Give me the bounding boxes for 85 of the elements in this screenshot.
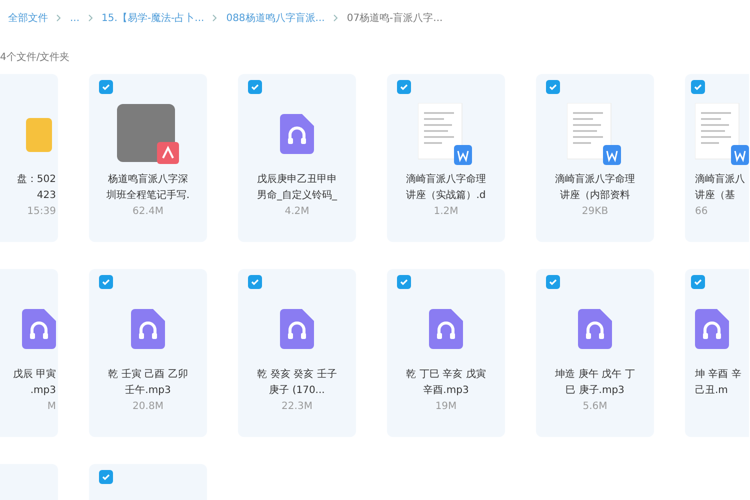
file-name-line: 盘：502 — [16, 173, 56, 187]
audio-file-icon — [280, 114, 314, 154]
file-name-line: 杨道鸣盲派八字深 — [108, 172, 188, 187]
file-name-line: 巳 庚子.mp3 — [566, 384, 624, 398]
file-name-line: 辛酉.mp3 — [423, 384, 469, 398]
file-name-line: 戊辰庚申乙丑甲申 — [257, 172, 337, 187]
checkmark-icon — [693, 82, 703, 92]
audio-file-icon — [131, 309, 165, 349]
chevron-icon — [212, 14, 218, 22]
checkmark-icon — [399, 277, 409, 287]
file-meta: 29KB — [582, 206, 608, 217]
file-name-line: 讲座（内部资料 — [560, 188, 630, 203]
file-meta: 20.8M — [132, 401, 164, 412]
file-meta: 1.2M — [434, 206, 458, 217]
file-name-line: 圳班全程笔记手写. — [106, 188, 190, 203]
checkmark-icon — [101, 472, 111, 482]
file-name-line: 坤造 庚午 戊午 丁 — [555, 368, 635, 382]
file-card[interactable]: 戊辰 甲寅 .mp3 M — [0, 269, 58, 437]
pdf-thumbnail — [117, 104, 179, 164]
file-meta: 22.3M — [282, 401, 312, 412]
file-name-line: .mp3 — [30, 384, 56, 398]
file-meta: 15:39 — [27, 206, 56, 217]
checkbox[interactable] — [691, 80, 705, 94]
audio-file-icon — [695, 309, 729, 349]
chevron-icon — [332, 14, 339, 22]
file-card[interactable]: 滴崎盲派八 讲座（基 66 — [685, 74, 749, 242]
file-count: 4个文件/文件夹 — [0, 50, 71, 64]
file-meta: 19M — [435, 401, 457, 412]
file-name-line: 戊辰 甲寅 — [12, 368, 56, 382]
checkbox[interactable] — [546, 275, 560, 289]
file-name-line: 乾 癸亥 癸亥 壬子 — [257, 368, 337, 382]
file-card[interactable]: 乾 癸亥 癸亥 壬子 庚子 (170... 22.3M — [238, 269, 356, 437]
file-meta: M — [47, 401, 56, 412]
file-name-line: 423 — [36, 189, 56, 203]
file-card[interactable]: 滴崎盲派八字命理 讲座（内部资料 29KB — [536, 74, 654, 242]
chevron-icon — [88, 14, 94, 22]
checkbox[interactable] — [546, 80, 560, 94]
file-name-line: 讲座（基 — [695, 188, 735, 203]
file-meta: 5.6M — [582, 401, 608, 412]
checkmark-icon — [101, 82, 111, 92]
file-card[interactable]: 乾 壬寅 己酉 乙卯 壬午.mp3 20.8M — [89, 269, 207, 437]
document-thumbnail — [418, 103, 474, 165]
file-name-line: 讲座（实战篇）.d — [406, 188, 486, 203]
checkbox[interactable] — [397, 275, 411, 289]
audio-file-icon — [578, 309, 612, 349]
file-name-line: 坤 辛酉 辛 — [695, 368, 742, 382]
file-card[interactable]: 坤造 庚午 戊午 丁 巳 庚子.mp3 5.6M — [536, 269, 654, 437]
file-name-line: 乾 丁巳 辛亥 戊寅 — [406, 368, 486, 382]
audio-file-icon — [280, 309, 314, 349]
file-name-line: 滴崎盲派八字命理 — [555, 172, 635, 187]
file-card[interactable]: 戊辰庚申乙丑甲申 男命_自定义铃码_ 4.2M — [238, 74, 356, 242]
checkbox[interactable] — [691, 275, 705, 289]
file-card[interactable]: 坤 辛酉 辛 己丑.m — [685, 269, 749, 437]
checkmark-icon — [693, 277, 703, 287]
checkbox[interactable] — [397, 80, 411, 94]
file-card[interactable]: 盘：502 423 15:39 — [0, 74, 58, 242]
file-name-line: 滴崎盲派八字命理 — [406, 172, 486, 187]
checkbox[interactable] — [248, 275, 262, 289]
file-name-line: 壬午.mp3 — [125, 384, 171, 398]
file-name-line: 男命_自定义铃码_ — [257, 188, 337, 203]
file-meta: 66 — [695, 206, 708, 217]
audio-file-icon — [429, 309, 463, 349]
checkmark-icon — [548, 277, 558, 287]
audio-file-icon — [22, 309, 56, 349]
checkbox[interactable] — [99, 275, 113, 289]
file-name-line: 乾 壬寅 己酉 乙卯 — [108, 368, 188, 382]
file-meta: 4.2M — [284, 206, 310, 217]
checkbox[interactable] — [99, 80, 113, 94]
breadcrumb-link[interactable]: 07杨道鸣-盲派八字... — [346, 11, 443, 25]
checkbox[interactable] — [99, 470, 113, 484]
file-card[interactable]: 滴崎盲派八字命理 讲座（实战篇）.d 1.2M — [387, 74, 505, 242]
checkmark-icon — [250, 277, 260, 287]
file-name-line: 己丑.m — [695, 384, 728, 398]
file-name-line: 庚子 (170... — [269, 384, 325, 398]
file-card[interactable]: 乾 丁巳 辛亥 戊寅 辛酉.mp3 19M — [387, 269, 505, 437]
checkmark-icon — [250, 82, 260, 92]
checkmark-icon — [101, 277, 111, 287]
checkbox[interactable] — [248, 80, 262, 94]
file-card[interactable]: 杨道鸣盲派八字深 圳班全程笔记手写. 62.4M — [89, 74, 207, 242]
document-thumbnail — [567, 103, 623, 165]
file-name-line: 滴崎盲派八 — [695, 172, 745, 187]
file-meta: 62.4M — [132, 206, 164, 217]
chevron-icon — [56, 14, 62, 22]
checkmark-icon — [399, 82, 409, 92]
checkmark-icon — [548, 82, 558, 92]
